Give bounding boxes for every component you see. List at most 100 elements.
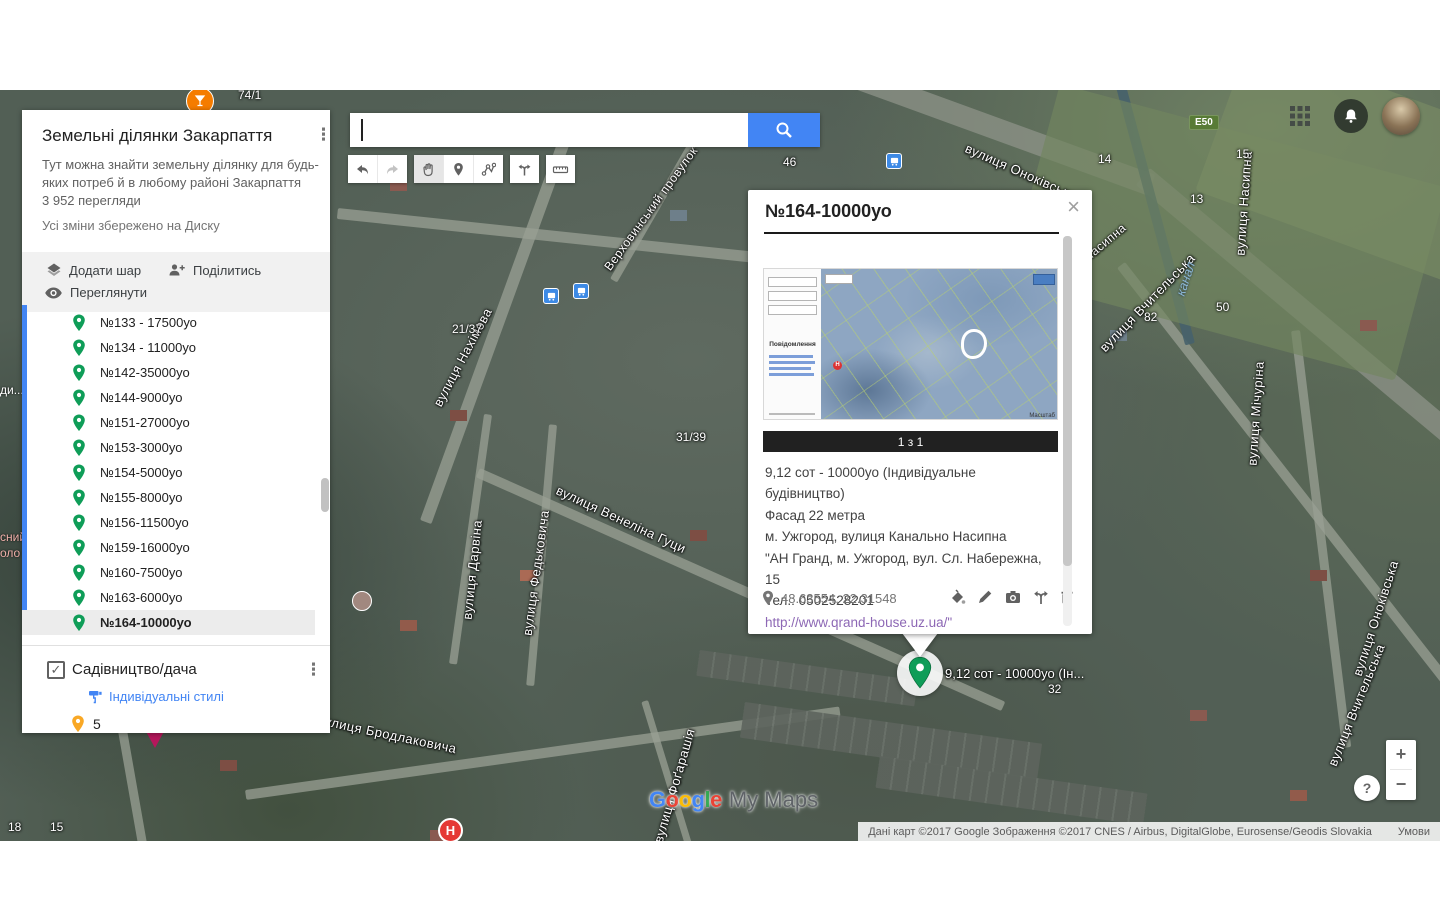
popup-scrollbar[interactable] [1063,236,1072,566]
green-pin-icon [72,564,86,582]
share-button[interactable]: Поділитись [168,262,261,278]
layers-icon [46,262,62,278]
list-item-label: №159-16000уо [100,540,190,555]
notifications-button[interactable] [1334,99,1368,133]
house-number: 32 [1048,682,1061,696]
list-item[interactable]: №133 - 17500уо [22,310,315,335]
search-bar [350,113,820,147]
list-item-label: №160-7500уо [100,565,182,580]
list-item[interactable]: №153-3000уо [22,435,315,460]
hospital-poi-icon[interactable]: H [438,818,463,843]
zoom-in-button[interactable]: + [1386,740,1416,769]
redo-icon [385,162,400,177]
pan-tool-button[interactable] [414,155,444,183]
top-right-controls [1288,97,1420,135]
directions-icon[interactable] [1032,588,1050,606]
logo-letter: o [679,787,692,812]
house-number: 46 [783,155,796,169]
add-marker-tool-button[interactable] [444,155,474,183]
camera-icon[interactable] [1004,588,1022,606]
embed-scale-label: Масштаб [1029,413,1055,419]
bus-glyph [577,287,586,296]
layer-count-row[interactable]: 5 [71,715,101,733]
preview-button[interactable]: Переглянути [44,285,147,300]
detail-line: "АН Гранд, м. Ужгород, вул. Сл. Набережн… [765,548,1057,591]
small-poi-icon[interactable] [352,591,372,611]
list-item[interactable]: №151-27000уо [22,410,315,435]
measure-tool-button[interactable] [546,155,575,183]
list-item[interactable]: №144-9000уо [22,385,315,410]
description-line: Тут можна знайти земельну ділянку для бу… [42,156,319,174]
embed-fine-print [769,413,815,415]
list-item[interactable]: №154-5000уо [22,460,315,485]
list-item[interactable]: №160-7500уо [22,560,315,585]
embed-form-field [768,305,817,315]
bus-glyph [890,157,899,166]
add-layer-button[interactable]: Додати шар [46,262,141,278]
map-menu-button[interactable]: ⋮ [315,126,332,143]
style-bucket-icon[interactable] [948,588,966,606]
sidebar-scrollbar[interactable] [321,478,329,512]
edit-pencil-icon[interactable] [976,588,994,606]
user-avatar[interactable] [1382,97,1420,135]
apps-grid-icon[interactable] [1288,104,1312,128]
house-number: 13 [1190,192,1203,206]
undo-icon [355,162,370,177]
house-number: 82 [1144,310,1157,324]
list-item[interactable]: №163-6000уо [22,585,315,610]
map-title: Земельні ділянки Закарпаття [42,126,272,146]
list-item-label: №134 - 11000уо [100,340,196,355]
house-number: 50 [1216,300,1229,314]
undo-button[interactable] [348,155,378,183]
layer-title[interactable]: Садівництво/дача [72,661,197,678]
close-icon[interactable]: × [1067,194,1080,220]
list-item-selected[interactable]: №164-10000уо [22,610,315,635]
list-item[interactable]: №155-8000уо [22,485,315,510]
website-link[interactable]: http://www.qrand-house.uz.ua/" [765,615,952,630]
list-item[interactable]: №159-16000уо [22,535,315,560]
popup-scrollbar-track [1063,236,1072,626]
house-number: 14 [1098,152,1111,166]
embed-text-line [769,367,811,370]
popup-pointer [902,633,938,657]
bus-glyph [547,292,556,301]
directions-tool-button[interactable] [510,155,539,183]
house-number: 31/39 [676,430,706,444]
draw-line-tool-button[interactable] [474,155,503,183]
marker-label: 9,12 сот - 10000уо (Ін... [945,666,1084,681]
house-number: 15 [50,820,63,834]
individual-styles-label: Індивідуальні стилі [109,689,224,704]
directions-icon [517,162,532,177]
embed-parcel-outline [961,329,987,359]
panel-actions: Додати шар Поділитись Переглянути [22,252,330,312]
bus-stop-icon[interactable] [573,283,589,299]
terms-link[interactable]: Умови [1398,826,1430,838]
views-count: 3 952 перегляди [42,192,319,210]
green-pin-icon [72,314,86,332]
person-add-icon [168,262,186,278]
popup-title-rule [764,232,1059,234]
search-icon [775,121,793,139]
search-button[interactable] [748,113,820,147]
house-number: 15 [1236,147,1249,161]
popup-photo[interactable]: Повідомлення H Масштаб [763,268,1058,420]
layer-checkbox[interactable]: ✓ [47,661,65,679]
bus-stop-icon[interactable] [886,153,902,169]
help-button[interactable]: ? [1354,775,1380,801]
list-item[interactable]: №142-35000уо [22,360,315,385]
list-item[interactable]: №134 - 11000уо [22,335,315,360]
list-item[interactable]: №156-11500уо [22,510,315,535]
individual-styles-link[interactable]: Індивідуальні стилі [88,689,224,704]
zoom-out-button[interactable]: − [1386,770,1416,799]
directions-group [510,155,539,183]
bus-stop-icon[interactable] [543,288,559,304]
map-toolbar [348,155,582,183]
embed-form-field [768,291,817,301]
redo-button[interactable] [378,155,407,183]
logo-suffix: My Maps [729,787,818,812]
list-item-label: №163-6000уо [100,590,182,605]
search-input[interactable] [350,113,748,147]
layer-menu-button[interactable]: ⋮ [305,661,322,678]
list-item-label: №156-11500уо [100,515,189,530]
street-label: вулиця Федьковича [520,509,552,637]
